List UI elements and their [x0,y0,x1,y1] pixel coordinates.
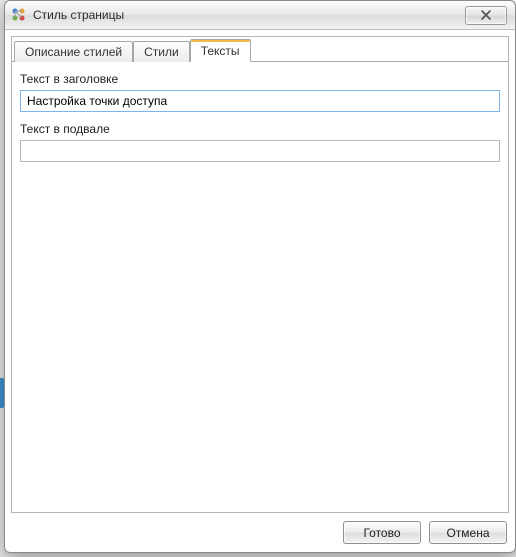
titlebar[interactable]: Стиль страницы [5,1,515,30]
ok-button[interactable]: Готово [343,521,421,544]
tab-label: Описание стилей [25,45,122,59]
close-button[interactable] [465,6,507,25]
tab-styles[interactable]: Стили [133,41,190,62]
tab-style-description[interactable]: Описание стилей [14,41,133,62]
header-text-input[interactable] [20,90,500,112]
header-text-label: Текст в заголовке [20,72,500,86]
window-title: Стиль страницы [33,8,124,22]
dialog-window: Стиль страницы Описание стилей Стили Тек… [4,0,516,553]
tab-texts[interactable]: Тексты [190,39,251,62]
cancel-button[interactable]: Отмена [429,521,507,544]
tab-label: Тексты [201,44,240,58]
client-area: Описание стилей Стили Тексты Текст в заг… [5,30,515,552]
close-icon [481,10,491,20]
tab-control: Описание стилей Стили Тексты Текст в заг… [11,36,509,513]
app-icon [11,7,27,23]
tab-strip: Описание стилей Стили Тексты [12,37,508,61]
dialog-button-row: Готово Отмена [11,513,509,546]
footer-text-label: Текст в подвале [20,122,500,136]
tab-page-texts: Текст в заголовке Текст в подвале [12,61,508,512]
footer-text-input[interactable] [20,140,500,162]
tab-label: Стили [144,45,179,59]
